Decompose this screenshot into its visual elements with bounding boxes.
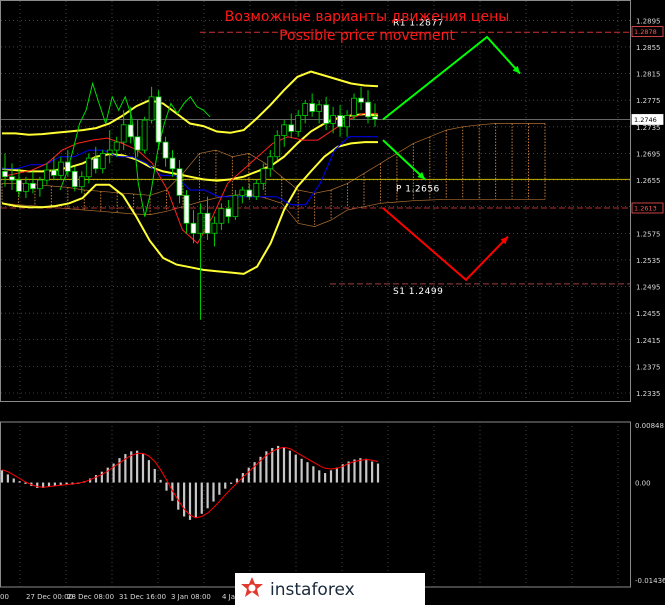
macd-tick-label: 0.00: [635, 480, 651, 488]
candle-body: [183, 194, 190, 224]
candle-body: [246, 189, 253, 198]
y-tick-label: 1.2375: [636, 363, 661, 371]
forecast-up-arrow: [382, 35, 521, 121]
price-tag-label: 1.2878: [634, 28, 657, 36]
y-tick-label: 1.2335: [636, 390, 661, 398]
candle-body: [64, 161, 71, 172]
y-tick-label: 1.2575: [636, 230, 661, 238]
candle-body: [9, 176, 15, 181]
x-tick-label: 28 Dec 08:00: [67, 593, 114, 601]
candle-body: [281, 124, 288, 136]
candle-body: [43, 169, 50, 181]
candle-body: [253, 182, 260, 198]
forecast-arrows: [382, 35, 521, 282]
candle-body: [372, 116, 378, 120]
candle-body: [267, 156, 274, 170]
candle-body: [232, 194, 239, 218]
candle-body: [260, 168, 267, 184]
candle-body: [113, 141, 120, 151]
candle-body: [134, 136, 141, 151]
main-frame: [0, 0, 631, 402]
candle-body: [50, 169, 57, 176]
candle-body: [309, 103, 316, 112]
level-label-p: P 1.2656: [396, 184, 440, 194]
y-tick-label: 1.2775: [636, 97, 661, 105]
y-tick-label: 1.2655: [636, 177, 661, 185]
candle-body: [316, 104, 323, 112]
x-tick-label: 3 Jan 08:00: [171, 593, 211, 601]
candle-body: [16, 179, 22, 192]
candle-body: [2, 170, 8, 178]
candle-body: [85, 157, 92, 178]
candle-body: [358, 97, 364, 103]
candle-body: [344, 115, 350, 128]
macd-panel: [0, 445, 380, 520]
candle-body: [120, 124, 127, 143]
candle-body: [169, 157, 176, 170]
ichimoku-cloud: [1, 123, 546, 227]
candle-body: [225, 208, 232, 218]
y-tick-label: 1.2735: [636, 124, 661, 132]
title-en: Possible price movement: [279, 28, 455, 44]
candle-body: [99, 153, 106, 170]
candle-body: [176, 168, 183, 196]
price-tag-label: 1.2746: [634, 116, 657, 124]
candle-body: [141, 119, 148, 151]
candle-body: [162, 141, 169, 159]
macd-tick-label: -0.01436: [635, 577, 665, 585]
candle-body: [274, 135, 281, 158]
y-tick-label: 1.2415: [636, 337, 661, 345]
forecast-pivot-arrow: [382, 139, 426, 181]
level-label-s1: S1 1.2499: [393, 287, 443, 297]
candle-body: [295, 115, 302, 132]
forecast-down-arrow: [382, 207, 509, 282]
candle-body: [197, 212, 204, 234]
candle-body: [323, 104, 330, 124]
senkou-b: [1, 193, 545, 227]
candle-body: [302, 103, 309, 116]
grid: [0, 0, 631, 588]
candle-body: [37, 179, 43, 190]
candle-body: [71, 170, 78, 188]
price-tag-label: 1.2613: [634, 204, 657, 212]
candle-body: [211, 222, 218, 234]
candle-body: [190, 222, 197, 234]
watermark: instaforex: [235, 573, 425, 605]
macd-frame: [0, 421, 631, 588]
candle-body: [351, 97, 357, 116]
candle-body: [106, 149, 113, 154]
macd-tick-label: 0.00848: [635, 422, 664, 430]
candle-body: [92, 157, 99, 170]
candle-body: [148, 96, 155, 121]
candle-body: [155, 96, 162, 143]
candle-body: [239, 189, 246, 196]
candle-body: [330, 115, 337, 124]
y-tick-label: 1.2535: [636, 257, 661, 265]
candle-body: [218, 208, 225, 224]
candle-body: [288, 124, 295, 132]
x-tick-label: 00: [0, 593, 9, 601]
candle-body: [204, 212, 211, 234]
candle-body: [78, 176, 85, 188]
candle-body: [337, 115, 343, 128]
y-tick-label: 1.2455: [636, 310, 661, 318]
x-tick-label: 31 Dec 16:00: [119, 593, 166, 601]
candlesticks: [2, 86, 378, 320]
price-chart: R1 1.2877P 1.2656S1 1.2499 1.28951.28551…: [0, 0, 665, 605]
candle-body: [127, 124, 134, 138]
candle-body: [23, 182, 29, 192]
y-tick-label: 1.2815: [636, 71, 661, 79]
svg-text:instaforex: instaforex: [270, 580, 355, 600]
y-tick-label: 1.2855: [636, 44, 661, 52]
candle-body: [30, 182, 36, 190]
title-ru: Возможные варианты движения цены: [225, 9, 510, 25]
y-tick-label: 1.2895: [636, 17, 661, 25]
y-tick-label: 1.2495: [636, 284, 661, 292]
candle-body: [57, 161, 64, 176]
candle-body: [365, 101, 371, 118]
y-tick-label: 1.2695: [636, 150, 661, 158]
